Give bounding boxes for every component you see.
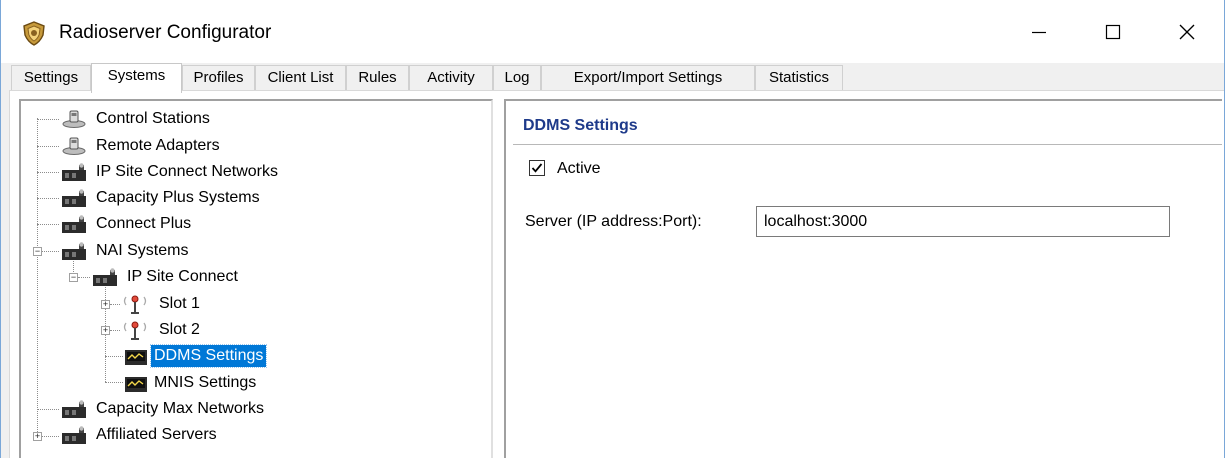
tree-connector: [110, 330, 120, 331]
tree-item-label: Slot 1: [159, 295, 200, 312]
tree-item-capacity-plus-systems[interactable]: Capacity Plus Systems: [61, 186, 263, 210]
panel-splitter[interactable]: [493, 99, 501, 458]
section-divider: [513, 144, 1222, 145]
radio-system-icon: [62, 215, 86, 233]
antenna-icon: [123, 321, 147, 340]
tree-item-label: Remote Adapters: [96, 137, 220, 154]
maximize-icon: [1105, 24, 1121, 39]
tab-label: Profiles: [193, 69, 244, 86]
close-icon: [1179, 24, 1195, 39]
tab-client-list[interactable]: Client List: [255, 65, 346, 90]
window-title: Radioserver Configurator: [59, 22, 272, 43]
collapse-toggle-nai-systems[interactable]: −: [33, 247, 42, 256]
tree-item-label: IP Site Connect: [127, 268, 238, 285]
tree-item-ddms-settings[interactable]: DDMS Settings: [123, 344, 268, 368]
tree-item-label: MNIS Settings: [154, 374, 257, 391]
tree-item-label: DDMS Settings: [149, 344, 268, 368]
maximize-button[interactable]: [1076, 0, 1150, 63]
tree-item-label: NAI Systems: [96, 242, 189, 259]
control-station-icon: [62, 137, 86, 155]
radio-system-icon: [62, 426, 86, 444]
tab-label: Rules: [358, 69, 397, 86]
radio-system-icon: [62, 163, 86, 181]
tree-connector: [37, 409, 59, 410]
tree-item-label: Slot 2: [159, 321, 200, 338]
tree-item-label: Capacity Max Networks: [96, 400, 265, 417]
expand-toggle-affiliated-servers[interactable]: +: [33, 432, 42, 441]
tree-item-label: Connect Plus: [96, 215, 192, 232]
tree-item-connect-plus[interactable]: Connect Plus: [61, 212, 194, 236]
tree-connector: [42, 251, 59, 252]
radio-system-icon: [62, 242, 86, 260]
tree-item-label: IP Site Connect Networks: [96, 163, 279, 180]
tree-connector: [42, 436, 59, 437]
tree-connector: [105, 382, 123, 383]
tree-connector: [110, 304, 120, 305]
tab-label: Systems: [107, 67, 166, 84]
tab-label: Export/Import Settings: [573, 69, 723, 86]
settings-monitor-icon: [125, 377, 147, 392]
tab-systems[interactable]: Systems: [91, 63, 182, 93]
tree-connector: [37, 119, 59, 120]
tab-label: Statistics: [768, 69, 829, 86]
title-bar: Radioserver Configurator: [1, 0, 1224, 63]
tree-connector: [37, 198, 59, 199]
tree-item-slot-2[interactable]: Slot 2: [120, 318, 203, 342]
server-label: Server (IP address:Port):: [525, 213, 702, 230]
tree-connector: [37, 172, 59, 173]
active-label[interactable]: Active: [557, 158, 601, 180]
minimize-button[interactable]: [1002, 0, 1076, 63]
tree-connector: [37, 146, 59, 147]
tab-label: Settings: [23, 69, 79, 86]
server-address-input[interactable]: [756, 206, 1170, 237]
ddms-settings-panel: [504, 99, 1222, 458]
tree-item-label: Capacity Plus Systems: [96, 189, 260, 206]
tree-item-ip-site-connect[interactable]: IP Site Connect: [92, 265, 241, 289]
tab-strip: Settings Systems Profiles Client List Ru…: [1, 63, 1224, 93]
close-button[interactable]: [1150, 0, 1224, 63]
tree-item-label: Affiliated Servers: [96, 426, 217, 443]
tab-log[interactable]: Log: [493, 65, 541, 90]
settings-monitor-icon: [125, 350, 147, 365]
radio-system-icon: [62, 189, 86, 207]
tree-connector: [105, 356, 123, 357]
tree-item-mnis-settings[interactable]: MNIS Settings: [123, 371, 259, 395]
expand-toggle-slot-2[interactable]: +: [101, 326, 110, 335]
radio-system-icon: [93, 268, 117, 286]
expand-toggle-slot-1[interactable]: +: [101, 300, 110, 309]
tree-item-capacity-max-networks[interactable]: Capacity Max Networks: [61, 397, 267, 421]
tree-connector: [78, 277, 90, 278]
checkmark-icon: [531, 163, 543, 173]
tab-settings[interactable]: Settings: [11, 65, 91, 90]
tree-item-nai-systems[interactable]: NAI Systems: [61, 239, 191, 263]
tree-connector: [37, 224, 59, 225]
tab-activity[interactable]: Activity: [409, 65, 493, 90]
app-window: Radioserver Configurator Settings System…: [0, 0, 1225, 458]
tab-statistics[interactable]: Statistics: [755, 65, 843, 90]
tree-connector: [37, 118, 38, 436]
tab-label: Log: [504, 69, 530, 86]
app-shield-icon: [23, 21, 45, 46]
tab-label: Activity: [427, 69, 475, 86]
section-title: DDMS Settings: [523, 117, 638, 134]
tree-item-label: Control Stations: [96, 110, 210, 127]
tree-item-slot-1[interactable]: Slot 1: [120, 292, 203, 316]
minimize-icon: [1032, 31, 1046, 33]
radio-system-icon: [62, 400, 86, 418]
tree-item-remote-adapters[interactable]: Remote Adapters: [61, 134, 223, 158]
collapse-toggle-ip-site-connect[interactable]: −: [69, 273, 78, 282]
active-checkbox[interactable]: [529, 160, 545, 176]
tab-label: Client List: [267, 69, 334, 86]
tree-item-ip-site-connect-networks[interactable]: IP Site Connect Networks: [61, 160, 281, 184]
tree-item-control-stations[interactable]: Control Stations: [61, 107, 213, 131]
tab-profiles[interactable]: Profiles: [182, 65, 255, 90]
tab-export-import-settings[interactable]: Export/Import Settings: [541, 65, 755, 90]
tree-item-affiliated-servers[interactable]: Affiliated Servers: [61, 423, 220, 447]
tab-rules[interactable]: Rules: [346, 65, 409, 90]
control-station-icon: [62, 110, 86, 128]
antenna-icon: [123, 295, 147, 314]
